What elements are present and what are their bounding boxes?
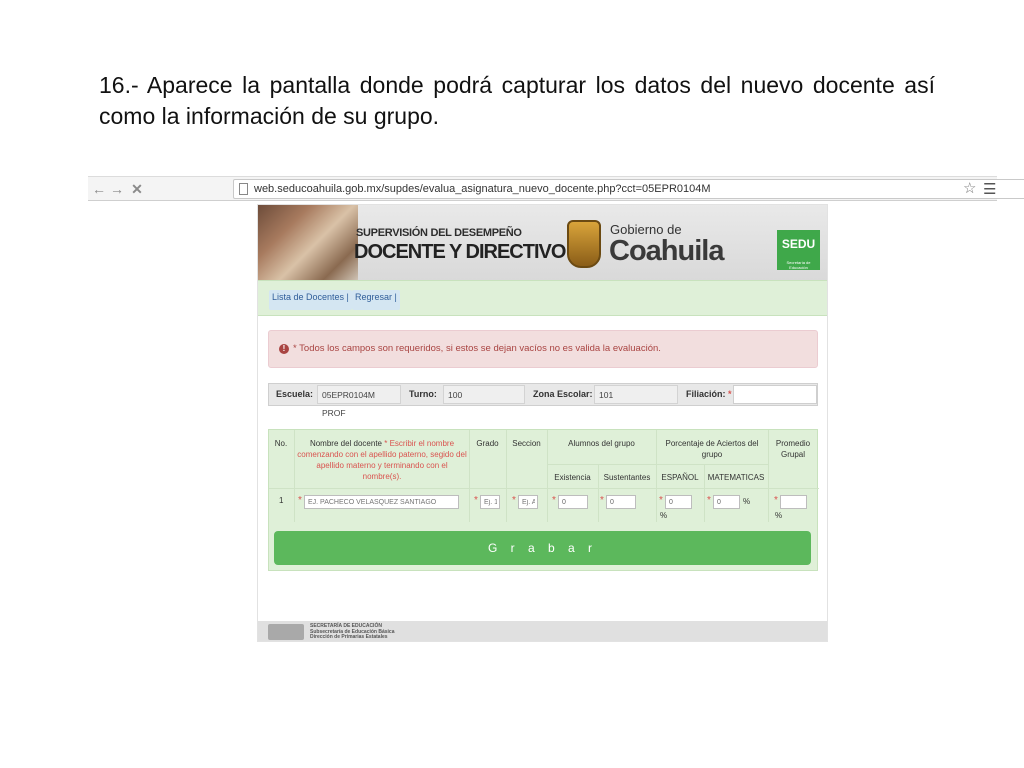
escuela-label: Escuela: — [276, 389, 314, 399]
sustentantes-input[interactable] — [606, 495, 636, 509]
header-espanol: ESPAÑOL — [661, 473, 699, 482]
web-page: SUPERVISIÓN DEL DESEMPEÑO DOCENTE Y DIRE… — [257, 204, 828, 642]
header-banner: SUPERVISIÓN DEL DESEMPEÑO DOCENTE Y DIRE… — [258, 205, 827, 280]
required-mark: * — [552, 495, 556, 506]
regresar-link[interactable]: Regresar | — [352, 290, 400, 310]
teacher-photo — [258, 205, 358, 280]
alert-text: * Todos los campos son requeridos, si es… — [293, 343, 661, 354]
footer: SECRETARÍA DE EDUCACIÓN Subsecretaría de… — [258, 621, 827, 641]
page-icon — [239, 183, 248, 195]
turno-value: 100 — [443, 385, 525, 404]
required-mark: * — [774, 495, 778, 506]
coat-of-arms-icon — [567, 220, 601, 268]
grabar-button[interactable]: G r a b a r — [274, 531, 811, 565]
promedio-input[interactable] — [780, 495, 807, 509]
banner-title-line1: SUPERVISIÓN DEL DESEMPEÑO — [356, 227, 522, 239]
matematicas-input[interactable] — [713, 495, 740, 509]
required-mark: * — [659, 495, 663, 506]
grado-input[interactable] — [480, 495, 500, 509]
required-mark: * — [707, 495, 711, 506]
header-sustentantes: Sustentantes — [603, 473, 651, 482]
existencia-input[interactable] — [558, 495, 588, 509]
header-existencia: Existencia — [554, 473, 591, 482]
header-no: No. — [274, 439, 288, 448]
footer-text: SECRETARÍA DE EDUCACIÓN Subsecretaría de… — [310, 623, 395, 640]
slide-caption: 16.- Aparece la pantalla donde podrá cap… — [99, 72, 935, 129]
nav-bar: Lista de Docentes | Regresar | — [258, 280, 827, 316]
nombre-input[interactable] — [304, 495, 459, 509]
row-number: 1 — [279, 496, 284, 505]
espanol-input[interactable] — [665, 495, 692, 509]
turno-label: Turno: — [409, 389, 437, 399]
header-promedio: Promedio Grupal — [775, 439, 811, 459]
header-grado: Grado — [476, 439, 499, 448]
header-matematicas: MATEMATICAS — [707, 473, 765, 482]
sedu-subtext: Secretaría de Educación — [786, 260, 811, 270]
school-info-row: Escuela: 05EPR0104M PROF Turno: 100 Zona… — [268, 383, 818, 418]
header-nombre: Nombre del docente * Escribir el nombre … — [297, 439, 467, 481]
footer-logo-icon — [268, 624, 304, 640]
star-icon[interactable]: ☆ — [963, 179, 976, 197]
lista-docentes-link[interactable]: Lista de Docentes | — [269, 290, 352, 310]
close-icon[interactable]: ✕ — [128, 180, 146, 198]
arrow-right-icon[interactable]: → — [108, 180, 126, 198]
zona-escolar-label: Zona Escolar: — [533, 389, 593, 399]
required-mark: * — [298, 495, 302, 506]
banner-title-line2: DOCENTE Y DIRECTIVO — [354, 241, 566, 263]
percent-sign: % — [660, 511, 668, 520]
arrow-left-icon[interactable]: ← — [90, 180, 108, 198]
required-fields-alert: ! * Todos los campos son requeridos, si … — [268, 330, 818, 368]
header-alumnos: Alumnos del grupo — [568, 439, 635, 448]
filiacion-label: Filiación: * — [686, 389, 732, 399]
menu-icon[interactable]: ☰ — [983, 180, 996, 198]
required-mark: * — [600, 495, 604, 506]
header-seccion: Seccion — [512, 439, 541, 448]
warning-icon: ! — [279, 344, 289, 354]
required-mark: * — [474, 495, 478, 506]
header-porcentaje: Porcentaje de Aciertos del grupo — [665, 439, 759, 459]
state-name: Coahuila — [609, 235, 724, 267]
required-mark: * — [512, 495, 516, 506]
sedu-logo: SEDU Secretaría de Educación — [777, 230, 820, 270]
percent-sign: % — [775, 511, 783, 520]
sedu-text: SEDU — [781, 237, 816, 251]
url-text: web.seducoahuila.gob.mx/supdes/evalua_as… — [254, 183, 711, 195]
escuela-value: 05EPR0104M PROF — [317, 385, 401, 418]
percent-sign: % — [743, 497, 751, 506]
address-bar[interactable]: web.seducoahuila.gob.mx/supdes/evalua_as… — [233, 179, 1024, 199]
filiacion-input[interactable] — [733, 385, 817, 404]
zona-escolar-value: 101 — [594, 385, 678, 404]
browser-toolbar: ← → ✕ web.seducoahuila.gob.mx/supdes/eva… — [88, 176, 1024, 201]
seccion-input[interactable] — [518, 495, 538, 509]
